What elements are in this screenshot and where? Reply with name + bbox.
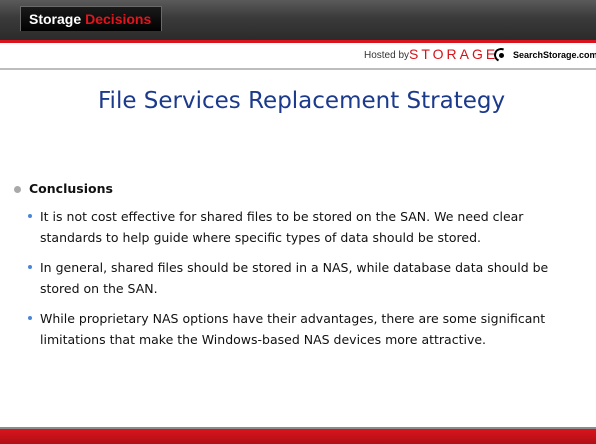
searchstorage-label: SearchStorage.com bbox=[513, 50, 596, 60]
brand-accent: Decisions bbox=[85, 11, 152, 27]
list-item: While proprietary NAS options have their… bbox=[28, 308, 574, 350]
section-heading: Conclusions bbox=[14, 181, 574, 197]
list-item-text: In general, shared files should be store… bbox=[40, 260, 549, 296]
hosted-by-label: Hosted by bbox=[364, 50, 410, 61]
bullet-icon bbox=[28, 316, 32, 320]
bullet-icon bbox=[28, 214, 32, 218]
bullet-icon bbox=[28, 265, 32, 269]
storage-decisions-logo: Storage Decisions bbox=[20, 6, 163, 31]
searchstorage-logo: SearchStorage.com bbox=[492, 46, 596, 64]
list-item: It is not cost effective for shared file… bbox=[28, 206, 574, 248]
top-banner: Storage Decisions bbox=[0, 0, 596, 40]
footer-bar bbox=[0, 429, 596, 444]
slide-content: Conclusions It is not cost effective for… bbox=[14, 181, 574, 350]
host-bar: Hosted by STORAGE SearchStorage.com bbox=[0, 43, 596, 70]
storage-magazine-logo: STORAGE bbox=[409, 46, 499, 62]
list-item: In general, shared files should be store… bbox=[28, 257, 574, 299]
slide: Storage Decisions Hosted by STORAGE Sear… bbox=[0, 0, 596, 444]
bullet-icon bbox=[14, 186, 21, 193]
brand-primary: Storage bbox=[29, 11, 82, 27]
section-heading-text: Conclusions bbox=[29, 181, 113, 196]
list-item-text: It is not cost effective for shared file… bbox=[40, 209, 524, 245]
list-item-text: While proprietary NAS options have their… bbox=[40, 311, 546, 347]
searchstorage-icon bbox=[492, 46, 512, 64]
slide-title: File Services Replacement Strategy bbox=[98, 88, 506, 114]
